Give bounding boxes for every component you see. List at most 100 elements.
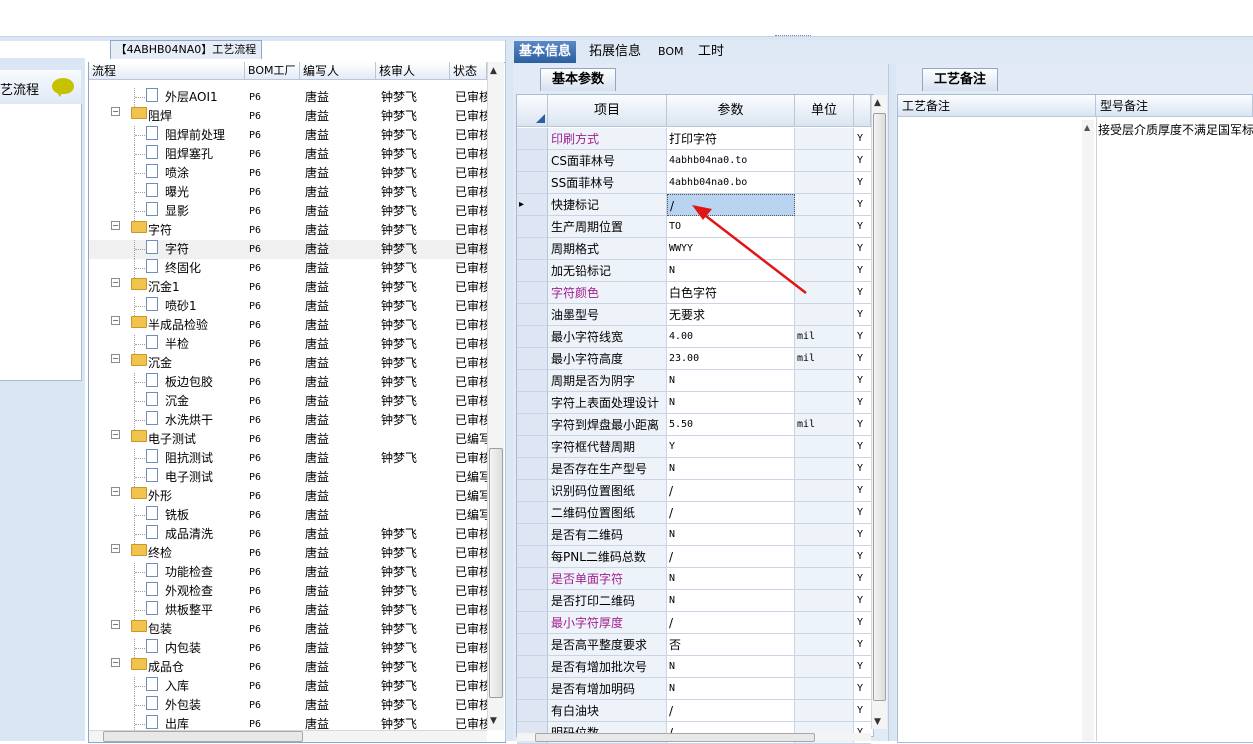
collapse-toggle-icon[interactable]: − xyxy=(111,487,120,496)
tab-work-hours[interactable]: 工时 xyxy=(693,41,729,63)
param-flag-cell[interactable]: Y xyxy=(854,194,871,216)
tree-row[interactable]: − 沉金1 P6 唐益 钟梦飞 已审核 xyxy=(89,278,489,297)
param-flag-cell[interactable]: Y xyxy=(854,172,871,194)
grid-col-param[interactable]: 参数 xyxy=(667,95,795,127)
param-unit-cell[interactable] xyxy=(795,590,854,612)
scroll-down-icon[interactable]: ▼ xyxy=(490,716,497,726)
tree-row[interactable]: 半检 P6 唐益 钟梦飞 已审核 xyxy=(89,335,489,354)
param-flag-cell[interactable]: Y xyxy=(854,238,871,260)
param-unit-cell[interactable] xyxy=(795,634,854,656)
param-value-cell[interactable]: 打印字符 xyxy=(667,128,795,150)
tree-row[interactable]: 电子测试 P6 唐益 已编写 xyxy=(89,468,489,487)
param-unit-cell[interactable]: mil xyxy=(795,348,854,370)
tree-row[interactable]: 外包装 P6 唐益 钟梦飞 已审核 xyxy=(89,696,489,715)
tab-basic-params[interactable]: 基本参数 xyxy=(540,68,616,91)
param-row[interactable]: SS面菲林号 4abhb04na0.bo Y xyxy=(517,172,871,194)
param-value-cell[interactable]: / xyxy=(667,612,795,634)
row-header[interactable] xyxy=(517,392,548,414)
param-flag-cell[interactable]: Y xyxy=(854,458,871,480)
current-row-indicator-icon[interactable]: ▸ xyxy=(517,194,548,216)
param-value-cell[interactable]: 4abhb04na0.bo xyxy=(667,172,795,194)
param-row[interactable]: 字符到焊盘最小距离 5.50 mil Y xyxy=(517,414,871,436)
tree-row[interactable]: 外观检查 P6 唐益 钟梦飞 已审核 xyxy=(89,582,489,601)
row-header[interactable] xyxy=(517,634,548,656)
param-value-cell[interactable]: N xyxy=(667,524,795,546)
param-row[interactable]: 识别码位置图纸 / Y xyxy=(517,480,871,502)
tree-row[interactable]: 板边包胶 P6 唐益 钟梦飞 已审核 xyxy=(89,373,489,392)
row-header[interactable] xyxy=(517,656,548,678)
param-value-cell[interactable]: N xyxy=(667,590,795,612)
param-value-cell[interactable]: N xyxy=(667,370,795,392)
tree-col-status[interactable]: 状态 xyxy=(450,62,487,80)
process-flow-tab[interactable]: 【4ABHB04NA0】工艺流程 xyxy=(110,40,262,59)
row-header[interactable] xyxy=(517,238,548,260)
tree-row[interactable]: 阻抗测试 P6 唐益 钟梦飞 已审核 xyxy=(89,449,489,468)
collapse-toggle-icon[interactable]: − xyxy=(111,354,120,363)
tree-row[interactable]: − 包装 P6 唐益 钟梦飞 已审核 xyxy=(89,620,489,639)
param-flag-cell[interactable]: Y xyxy=(854,436,871,458)
params-scroll-up-icon[interactable]: ▲ xyxy=(874,98,881,108)
param-row[interactable]: 字符上表面处理设计 N Y xyxy=(517,392,871,414)
param-row[interactable]: 二维码位置图纸 / Y xyxy=(517,502,871,524)
row-header[interactable] xyxy=(517,678,548,700)
tree-col-reviewer[interactable]: 核审人 xyxy=(376,62,450,80)
row-header[interactable] xyxy=(517,612,548,634)
param-value-cell[interactable]: 5.50 xyxy=(667,414,795,436)
param-flag-cell[interactable]: Y xyxy=(854,128,871,150)
param-value-cell[interactable]: / xyxy=(667,480,795,502)
param-value-cell[interactable]: / xyxy=(667,502,795,524)
param-value-cell[interactable]: / xyxy=(667,194,795,216)
param-row[interactable]: 加无铅标记 N Y xyxy=(517,260,871,282)
param-flag-cell[interactable]: Y xyxy=(854,590,871,612)
param-value-cell[interactable]: / xyxy=(667,546,795,568)
param-unit-cell[interactable] xyxy=(795,392,854,414)
tree-col-bom[interactable]: BOM工厂 xyxy=(245,62,300,80)
param-value-cell[interactable]: TO xyxy=(667,216,795,238)
param-row[interactable]: 有白油块 / Y xyxy=(517,700,871,722)
row-header[interactable] xyxy=(517,546,548,568)
row-header[interactable] xyxy=(517,524,548,546)
param-row[interactable]: 最小字符厚度 / Y xyxy=(517,612,871,634)
scroll-up-icon[interactable]: ▲ xyxy=(490,66,497,76)
param-value-cell[interactable]: N xyxy=(667,260,795,282)
param-flag-cell[interactable]: Y xyxy=(854,612,871,634)
param-row[interactable]: 是否高平整度要求否 Y xyxy=(517,634,871,656)
row-header[interactable] xyxy=(517,128,548,150)
param-flag-cell[interactable]: Y xyxy=(854,348,871,370)
param-value-cell[interactable]: 4.00 xyxy=(667,326,795,348)
param-value-cell[interactable]: 否 xyxy=(667,634,795,656)
tree-row[interactable]: − 终检 P6 唐益 钟梦飞 已审核 xyxy=(89,544,489,563)
param-unit-cell[interactable]: mil xyxy=(795,326,854,348)
collapse-toggle-icon[interactable]: − xyxy=(111,658,120,667)
param-row[interactable]: 是否单面字符 N Y xyxy=(517,568,871,590)
row-header[interactable] xyxy=(517,260,548,282)
param-unit-cell[interactable] xyxy=(795,656,854,678)
note-scroll-up-icon[interactable]: ▲ xyxy=(1084,123,1090,132)
param-value-cell[interactable]: 白色字符 xyxy=(667,282,795,304)
param-flag-cell[interactable]: Y xyxy=(854,216,871,238)
collapse-toggle-icon[interactable]: − xyxy=(111,107,120,116)
tree-row[interactable]: 沉金 P6 唐益 钟梦飞 已审核 xyxy=(89,392,489,411)
param-unit-cell[interactable] xyxy=(795,436,854,458)
param-value-cell[interactable]: 无要求 xyxy=(667,304,795,326)
param-unit-cell[interactable] xyxy=(795,458,854,480)
comment-bubble-icon[interactable] xyxy=(52,78,74,97)
tab-process-notes[interactable]: 工艺备注 xyxy=(922,68,998,91)
param-row[interactable]: 是否打印二维码 N Y xyxy=(517,590,871,612)
tree-row[interactable]: − 半成品检验 P6 唐益 钟梦飞 已审核 xyxy=(89,316,489,335)
tree-row[interactable]: − 外形 P6 唐益 已编写 xyxy=(89,487,489,506)
param-flag-cell[interactable]: Y xyxy=(854,678,871,700)
param-unit-cell[interactable] xyxy=(795,238,854,260)
param-row[interactable]: 是否有增加批次号 N Y xyxy=(517,656,871,678)
tree-row[interactable]: 字符 P6 唐益 钟梦飞 已审核 xyxy=(89,240,489,259)
param-unit-cell[interactable] xyxy=(795,612,854,634)
param-unit-cell[interactable] xyxy=(795,700,854,722)
row-header[interactable] xyxy=(517,370,548,392)
param-value-cell[interactable]: N xyxy=(667,656,795,678)
tree-row[interactable]: − 成品仓 P6 唐益 钟梦飞 已审核 xyxy=(89,658,489,677)
param-unit-cell[interactable] xyxy=(795,370,854,392)
param-row[interactable]: 是否有增加明码 N Y xyxy=(517,678,871,700)
tree-row[interactable]: 喷涂 P6 唐益 钟梦飞 已审核 xyxy=(89,164,489,183)
param-flag-cell[interactable]: Y xyxy=(854,656,871,678)
tab-bom[interactable]: BOM xyxy=(653,41,689,63)
